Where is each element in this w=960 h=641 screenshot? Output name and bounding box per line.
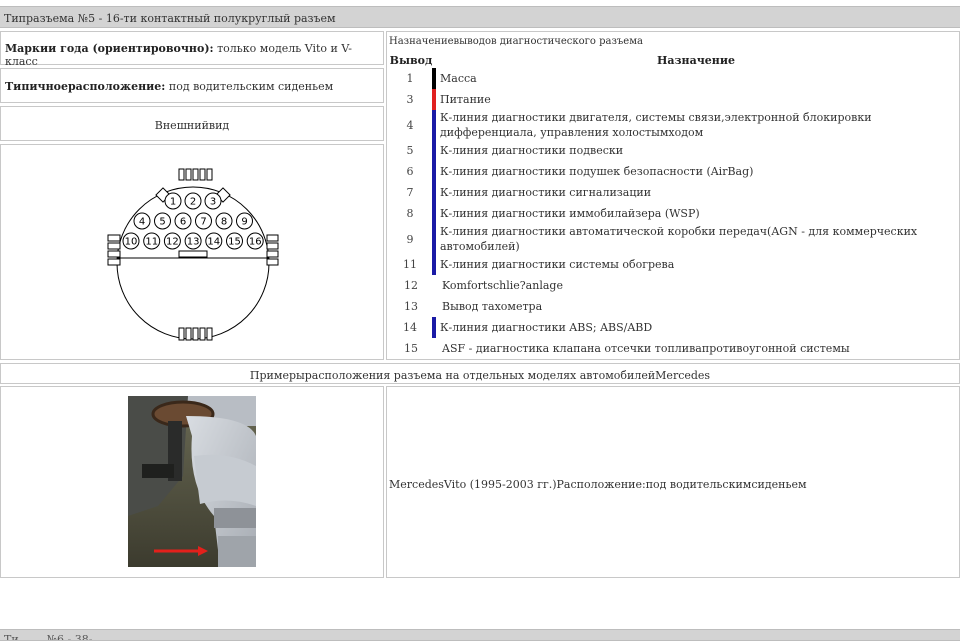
connector-pin-label: 2 <box>190 197 196 208</box>
pin-number: 8 <box>406 207 414 220</box>
connector-pin-label: 11 <box>145 237 158 248</box>
pin-purpose: Вывод тахометра <box>442 300 543 313</box>
examples-caption-cell: Примерырасположения разъема на отдельных… <box>0 363 960 384</box>
next-header-title: Ти... ... №6 - 38-... <box>4 633 103 641</box>
appearance-label: Внешнийвид <box>154 119 230 132</box>
pin-number: 11 <box>403 258 417 271</box>
connector-diagram: 1 2 34 5 6 7 8 910 11 12 13 14 15 16 <box>107 168 279 341</box>
pinout-row: 15 ASF - диагностика клапана отсечки топл… <box>388 338 958 359</box>
pinout-row: 1 Масса <box>388 68 958 89</box>
example-item-text: MercedesVito (1995-2003 гг.)Расположение… <box>389 478 807 491</box>
pinout-row: 11 К-линия диагностики системы обогрева <box>388 254 958 275</box>
connector-pin-label: 13 <box>187 237 200 248</box>
connector-pin-label: 4 <box>139 217 145 228</box>
pinout-header-row: Вывод Назначение <box>388 52 958 68</box>
connector-pin-label: 6 <box>180 217 186 228</box>
pin-purpose: К-линия диагностики автоматической короб… <box>432 224 958 254</box>
pin-purpose: Питание <box>432 89 958 110</box>
pinout-caption: Назначениевыводов диагностического разъе… <box>389 36 643 47</box>
example-text-cell: MercedesVito (1995-2003 гг.)Расположение… <box>386 386 960 578</box>
pinout-row: 5 К-линия диагностики подвески <box>388 140 958 161</box>
location-value: под водительским сиденьем <box>168 80 334 93</box>
pin-purpose: К-линия диагностики сигнализации <box>432 182 958 203</box>
pin-purpose: Komfortschlie?anlage <box>442 279 563 292</box>
pin-number: 12 <box>404 279 418 292</box>
connector-pin-label: 7 <box>200 217 206 228</box>
pinout-row: 6 К-линия диагностики подушек безопасност… <box>388 161 958 182</box>
pinout-row: 4 К-линия диагностики двигателя, системы … <box>388 110 958 140</box>
connector-pin-label: 3 <box>210 197 216 208</box>
pin-number: 6 <box>406 165 414 178</box>
pinout-row: 14 К-линия диагностики ABS; ABS/ABD <box>388 317 958 338</box>
connector-pin-label: 5 <box>159 217 165 228</box>
pin-number: 7 <box>406 186 414 199</box>
pin-purpose: К-линия диагностики подвески <box>432 140 958 161</box>
pin-purpose: К-линия диагностики ABS; ABS/ABD <box>432 317 958 338</box>
col-purpose-header: Назначение <box>657 53 735 67</box>
pin-number: 5 <box>406 144 414 157</box>
pin-purpose: ASF - диагностика клапана отсечки топлив… <box>442 342 850 355</box>
location-label: Типичноерасположение: <box>5 80 166 93</box>
pin-number: 1 <box>406 72 414 85</box>
pin-purpose: К-линия диагностики двигателя, системы с… <box>432 110 958 140</box>
connector-pin-label: 12 <box>166 237 179 248</box>
pinout-row: 12 Komfortschlie?anlage <box>388 275 958 296</box>
pin-purpose: К-линия диагностики системы обогрева <box>432 254 958 275</box>
connector-pin-label: 8 <box>221 217 227 228</box>
pin-number: 14 <box>403 321 417 334</box>
pin-number: 4 <box>406 118 414 132</box>
pinout-row: 13 Вывод тахометра <box>388 296 958 317</box>
examples-caption: Примерырасположения разъема на отдельных… <box>249 369 711 382</box>
pinout-row: 8 К-линия диагностики иммобилайзера (WSP) <box>388 203 958 224</box>
pin-purpose: Масса <box>432 68 958 89</box>
pinout-table: Вывод Назначение 1 Масса 3 Питание 4 К-линия … <box>388 52 958 359</box>
connector-pin-label: 9 <box>241 217 247 228</box>
pinout-row: 9 К-линия диагностики автоматической коро… <box>388 224 958 254</box>
connector-type-header: Типразъема №5 - 16-ти контактный полукру… <box>0 6 960 28</box>
vito-seat-photo <box>128 396 256 567</box>
pin-number: 13 <box>404 300 418 313</box>
connector-drawing-cell: 1 2 3 4 5 6 7 8 9 10 11 12 13 14 15 16 <box>0 144 384 360</box>
location-cell: Типичноерасположение: под водительским с… <box>0 68 384 103</box>
models-cell: Маркии года (ориентировочно): только мод… <box>0 31 384 68</box>
pin-purpose: К-линия диагностики иммобилайзера (WSP) <box>432 203 958 224</box>
connector-pin-label: 10 <box>125 237 138 248</box>
pin-number: 3 <box>406 93 414 106</box>
models-label: Маркии года (ориентировочно): <box>5 42 214 55</box>
pinout-row: 7 К-линия диагностики сигнализации <box>388 182 958 203</box>
header-title: Типразъема №5 - 16-ти контактный полукру… <box>4 12 336 25</box>
pinout-row: 3 Питание <box>388 89 958 110</box>
pin-number: 9 <box>406 232 414 246</box>
connector-pin-label: 15 <box>228 237 241 248</box>
pin-purpose: К-линия диагностики подушек безопасности… <box>432 161 958 182</box>
connector-pin-label: 16 <box>249 237 262 248</box>
next-connector-header: Ти... ... №6 - 38-... <box>0 629 960 641</box>
pin-number: 15 <box>404 342 418 355</box>
col-pin-header: Вывод <box>389 53 433 67</box>
connector-pin-label: 1 <box>170 197 176 208</box>
appearance-cell: Внешнийвид <box>0 106 384 141</box>
connector-pin-label: 14 <box>207 237 220 248</box>
